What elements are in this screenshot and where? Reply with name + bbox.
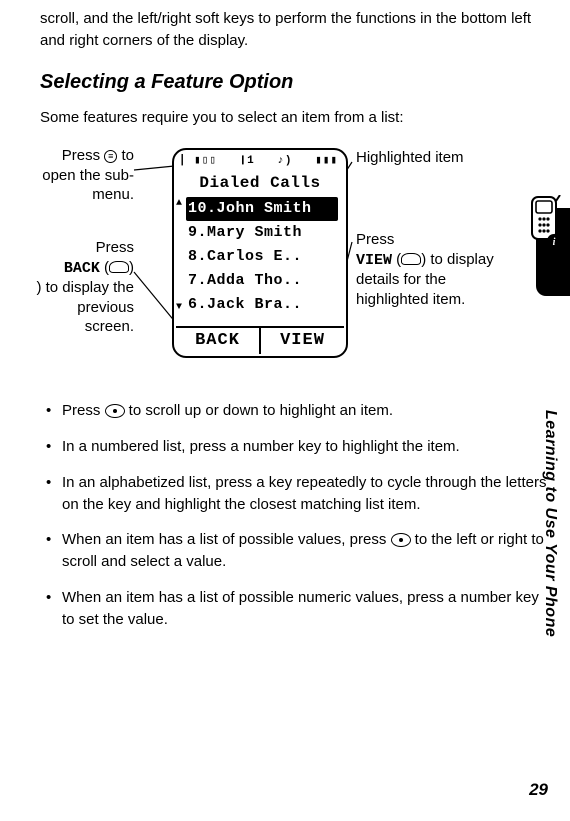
list-item: 10.John Smith	[186, 197, 338, 221]
back-key-label: BACK	[64, 260, 100, 277]
text: Press	[62, 402, 105, 419]
softkey-icon	[109, 261, 129, 273]
annotation-open-submenu: Press ≡ to open the sub-menu.	[40, 146, 134, 205]
phone-screen: ⎸▮▯▯ ❙1 ♪) ▮▮▮ Dialed Calls ▲ 10.John Sm…	[172, 148, 348, 358]
phone-screen-title: Dialed Calls	[178, 172, 342, 195]
list-item: 9.Mary Smith	[188, 221, 338, 245]
phone-softkeys: BACK VIEW	[176, 326, 344, 354]
annotation-back: Press BACK () ) to display the previous …	[32, 238, 134, 337]
instruction-list: Press to scroll up or down to highlight …	[40, 400, 550, 630]
softkey-back: BACK	[176, 328, 259, 354]
anno-text: (	[100, 259, 109, 276]
instruction-item: When an item has a list of possible valu…	[40, 529, 550, 573]
instruction-item: In an alphabetized list, press a key rep…	[40, 472, 550, 516]
phone-status-bar: ⎸▮▯▯ ❙1 ♪) ▮▮▮	[178, 154, 342, 170]
scroll-down-icon: ▼	[176, 301, 182, 316]
view-key-label: VIEW	[356, 252, 392, 269]
phone-list: ▲ 10.John Smith 9.Mary Smith 8.Carlos E.…	[178, 197, 342, 317]
status-mid-icon: ❙1	[239, 154, 254, 170]
lead-paragraph: Some features require you to select an i…	[40, 107, 550, 129]
list-item: 6.Jack Bra..	[188, 293, 338, 317]
anno-text: ) to display the previous screen.	[36, 279, 134, 335]
scroll-up-icon: ▲	[176, 197, 182, 212]
text: to scroll up or down to highlight an ite…	[125, 402, 393, 419]
section-side-label: Learning to Use Your Phone	[539, 410, 562, 637]
annotation-highlighted-item: Highlighted item	[356, 148, 476, 168]
svg-text:i: i	[553, 237, 556, 248]
softkey-view: VIEW	[261, 328, 344, 354]
anno-text: Press	[356, 231, 394, 248]
anno-text: Press	[62, 147, 105, 164]
annotation-view: Press VIEW () to display details for the…	[356, 230, 506, 309]
list-item: 7.Adda Tho..	[188, 269, 338, 293]
page-number: 29	[529, 778, 548, 803]
menu-key-icon: ≡	[104, 150, 117, 163]
intro-fragment: scroll, and the left/right soft keys to …	[40, 8, 550, 52]
instruction-item: When an item has a list of possible nume…	[40, 587, 550, 631]
list-item: 8.Carlos E..	[188, 245, 338, 269]
status-ring-icon: ♪)	[277, 154, 292, 170]
feature-diagram: ⎸▮▯▯ ❙1 ♪) ▮▮▮ Dialed Calls ▲ 10.John Sm…	[40, 142, 550, 386]
instruction-item: In a numbered list, press a number key t…	[40, 436, 550, 458]
anno-text: (	[392, 251, 401, 268]
anno-text: Highlighted item	[356, 149, 464, 166]
softkey-icon	[401, 253, 421, 265]
anno-text: Press	[96, 239, 134, 256]
section-heading: Selecting a Feature Option	[40, 68, 550, 97]
phone-icon: i	[524, 195, 564, 249]
instruction-item: Press to scroll up or down to highlight …	[40, 400, 550, 422]
nav-key-icon	[105, 404, 125, 418]
nav-key-icon	[391, 533, 411, 547]
text: When an item has a list of possible valu…	[62, 531, 391, 548]
signal-icon: ⎸▮▯▯	[182, 154, 217, 170]
battery-icon: ▮▮▮	[315, 154, 338, 170]
